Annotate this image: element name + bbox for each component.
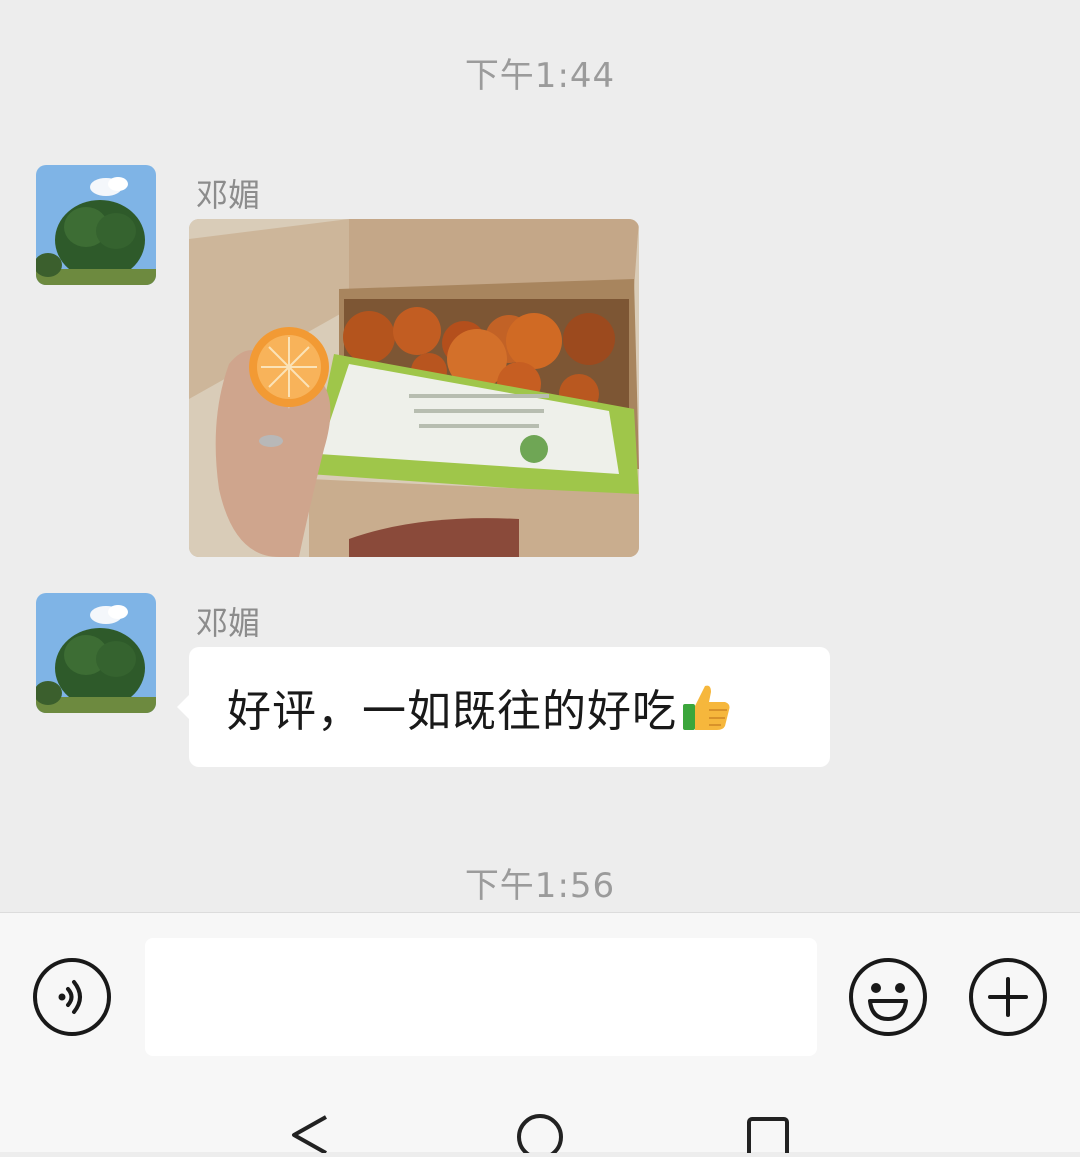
sender-avatar[interactable] bbox=[36, 165, 156, 285]
text-message-bubble[interactable]: 好评，一如既往的好吃 bbox=[177, 647, 830, 767]
image-message[interactable] bbox=[189, 219, 639, 557]
thumbs-up-icon bbox=[679, 680, 733, 734]
sender-name: 邓媚 bbox=[196, 176, 261, 214]
sender-name: 邓媚 bbox=[196, 604, 261, 642]
message-timestamp: 下午1:56 bbox=[464, 866, 616, 906]
message-text: 好评，一如既往的好吃 bbox=[227, 686, 677, 737]
voice-input-button[interactable] bbox=[32, 957, 112, 1037]
sender-avatar[interactable] bbox=[36, 593, 156, 713]
voice-icon bbox=[33, 958, 111, 1036]
message-text-input[interactable] bbox=[145, 938, 817, 1056]
nav-recents-button[interactable] bbox=[746, 1113, 792, 1157]
more-options-button[interactable] bbox=[968, 957, 1048, 1037]
message-timestamp: 下午1:44 bbox=[464, 56, 616, 96]
message-input-bar bbox=[0, 912, 1080, 1157]
bubble-tail bbox=[177, 695, 189, 719]
back-triangle-icon bbox=[292, 1115, 327, 1155]
recents-square-icon bbox=[747, 1117, 789, 1157]
emoji-button[interactable] bbox=[848, 957, 928, 1037]
nav-back-button[interactable] bbox=[288, 1113, 332, 1157]
nav-home-button[interactable] bbox=[516, 1113, 564, 1157]
chat-message-area: 下午1:44 邓媚 邓媚 好评，一如既往的好吃 下午1:56 bbox=[0, 0, 1080, 912]
home-circle-icon bbox=[517, 1114, 563, 1157]
smiley-icon bbox=[849, 958, 927, 1036]
plus-icon bbox=[969, 958, 1047, 1036]
